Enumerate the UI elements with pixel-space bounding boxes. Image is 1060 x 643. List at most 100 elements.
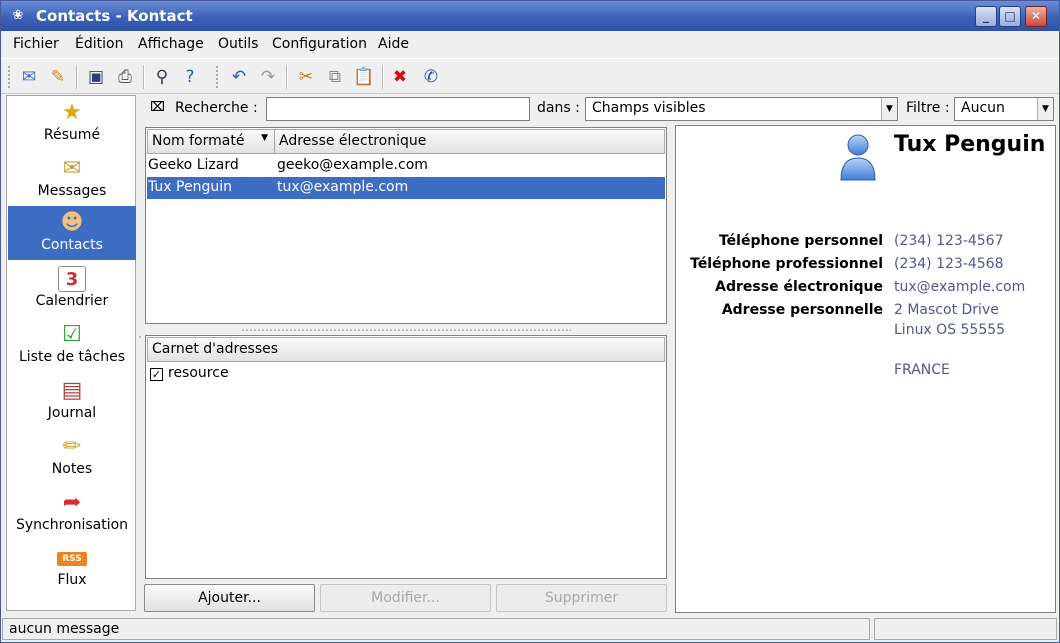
sort-arrow-icon: ▼	[261, 133, 268, 143]
toolbar-separator	[382, 65, 384, 89]
sidebar-item-contacts[interactable]: ☻ Contacts	[8, 206, 136, 260]
notes-icon: ✏	[62, 434, 82, 459]
sidebar: ★ Résumé ✉ Messages ☻ Contacts 3 Calendr…	[6, 95, 136, 611]
addressbook-header[interactable]: Carnet d'adresses	[147, 337, 665, 362]
detail-label: Téléphone professionnel	[690, 256, 883, 272]
status-message: aucun message	[2, 618, 870, 640]
chevron-down-icon[interactable]: ▼	[1037, 98, 1053, 120]
copy-icon[interactable]: ⧉	[322, 64, 348, 90]
sidebar-item-resume[interactable]: ★ Résumé	[8, 96, 136, 150]
sync-icon: ➦	[62, 490, 82, 515]
sidebar-splitter[interactable]	[138, 95, 142, 611]
table-row[interactable]: Geeko Lizard geeko@example.com	[147, 155, 665, 177]
detail-value[interactable]: (234) 123-4567	[894, 233, 1004, 249]
sidebar-item-taches[interactable]: ☑ Liste de tâches	[8, 318, 136, 372]
title-bar[interactable]: ❀ Contacts - Kontact _ □ ✕	[1, 1, 1059, 31]
address-line1[interactable]: 2 Mascot Drive	[894, 302, 999, 318]
clear-search-icon[interactable]: ⌧	[150, 100, 165, 115]
remove-button[interactable]: Supprimer	[496, 584, 667, 612]
menu-aide[interactable]: Aide	[378, 36, 409, 52]
main-toolbar: ✉ ✎ ▣ ⎙ ⚲ ? ↶ ↷ ✂ ⧉ 📋 ✖ ✆	[1, 58, 1059, 94]
toolbar-handle[interactable]	[7, 65, 11, 89]
search-input[interactable]	[266, 97, 530, 121]
minimize-button[interactable]: _	[975, 6, 997, 27]
address-country[interactable]: FRANCE	[894, 362, 950, 378]
contact-list[interactable]: Nom formaté ▼ Adresse électronique Geeko…	[145, 127, 667, 324]
delete-icon[interactable]: ✖	[387, 64, 413, 90]
sidebar-item-journal[interactable]: ▤ Journal	[8, 374, 136, 428]
contact-name: Tux Penguin	[148, 179, 232, 195]
close-window-button[interactable]: ✕	[1025, 6, 1047, 27]
contact-display-name: Tux Penguin	[894, 132, 1046, 157]
phone-icon[interactable]: ✆	[418, 64, 444, 90]
contact-name: Geeko Lizard	[148, 157, 239, 173]
sidebar-item-label: Synchronisation	[15, 517, 129, 533]
table-row[interactable]: Tux Penguin tux@example.com	[147, 177, 665, 199]
search-in-label: dans :	[537, 100, 580, 116]
email-link[interactable]: tux@example.com	[894, 279, 1025, 295]
new-contact-icon[interactable]: ✉	[16, 64, 42, 90]
maximize-button[interactable]: □	[999, 6, 1021, 27]
status-bar: aucun message	[1, 616, 1059, 642]
menu-fichier[interactable]: Fichier	[13, 36, 59, 52]
edit-button[interactable]: Modifier...	[320, 584, 491, 612]
mail-icon: ✉	[62, 156, 82, 181]
rss-icon: RSS	[57, 552, 87, 566]
sidebar-item-label: Messages	[37, 183, 107, 199]
detail-value[interactable]: (234) 123-4568	[894, 256, 1004, 272]
sidebar-item-label: Journal	[47, 405, 97, 421]
journal-icon: ▤	[61, 378, 83, 403]
sidebar-item-synchronisation[interactable]: ➦ Synchronisation	[8, 486, 136, 540]
addressbook-list[interactable]: Carnet d'adresses ✓ resource	[145, 335, 667, 579]
toolbar-separator	[76, 65, 78, 89]
menu-edition[interactable]: Édition	[75, 36, 123, 52]
resource-checkbox[interactable]: ✓	[150, 368, 163, 381]
menu-outils[interactable]: Outils	[218, 36, 258, 52]
paste-icon[interactable]: 📋	[351, 64, 377, 90]
column-header-label: Nom formaté	[152, 133, 245, 149]
contact-details: Tux Penguin Téléphone personnel (234) 12…	[675, 125, 1056, 613]
print-icon[interactable]: ⎙	[112, 64, 138, 90]
todo-icon: ☑	[62, 322, 82, 347]
address-line2[interactable]: Linux OS 55555	[894, 322, 1005, 338]
edit-icon[interactable]: ✎	[45, 64, 71, 90]
undo-icon[interactable]: ↶	[226, 64, 252, 90]
save-icon[interactable]: ▣	[83, 64, 109, 90]
menu-configuration[interactable]: Configuration	[272, 36, 367, 52]
search-field-combo[interactable]: Champs visibles ▼	[585, 97, 898, 121]
sidebar-item-flux[interactable]: RSS Flux	[8, 542, 136, 596]
sidebar-item-label: Flux	[57, 572, 87, 588]
kontact-window: ❀ Contacts - Kontact _ □ ✕ Fichier Éditi…	[0, 0, 1060, 643]
detail-label: Adresse électronique	[715, 279, 883, 295]
column-header-email[interactable]: Adresse électronique	[274, 129, 665, 154]
window-title: Contacts - Kontact	[36, 7, 193, 25]
sidebar-item-label: Calendrier	[35, 293, 109, 309]
cut-icon[interactable]: ✂	[293, 64, 319, 90]
contact-email: tux@example.com	[277, 179, 409, 195]
filter-combo[interactable]: Aucun ▼	[954, 97, 1054, 121]
detail-label: Téléphone personnel	[718, 233, 883, 249]
summary-icon: ★	[62, 100, 82, 125]
search-label: Recherche :	[175, 100, 258, 116]
sidebar-item-calendrier[interactable]: 3 Calendrier	[8, 262, 136, 316]
search-icon[interactable]: ⚲	[149, 64, 175, 90]
filter-label: Filtre :	[906, 100, 950, 116]
toolbar-handle[interactable]	[215, 65, 219, 89]
search-bar: ⌧ Recherche : dans : Champs visibles ▼ F…	[142, 95, 1060, 123]
add-button[interactable]: Ajouter...	[144, 584, 315, 612]
chevron-down-icon[interactable]: ▼	[881, 98, 897, 120]
sidebar-item-label: Notes	[51, 461, 93, 477]
sidebar-item-messages[interactable]: ✉ Messages	[8, 152, 136, 206]
whats-this-icon[interactable]: ?	[177, 64, 203, 90]
sidebar-item-label: Résumé	[43, 127, 101, 143]
redo-icon[interactable]: ↷	[255, 64, 281, 90]
menu-affichage[interactable]: Affichage	[138, 36, 204, 52]
contacts-icon: ☻	[60, 210, 84, 235]
panel-splitter[interactable]	[241, 328, 571, 332]
menu-bar: Fichier Édition Affichage Outils Configu…	[1, 31, 1059, 58]
sidebar-item-notes[interactable]: ✏ Notes	[8, 430, 136, 484]
kontact-app-icon[interactable]: ❀	[9, 8, 27, 24]
contact-email: geeko@example.com	[277, 157, 428, 173]
toolbar-separator	[143, 65, 145, 89]
column-header-name[interactable]: Nom formaté ▼	[147, 129, 275, 154]
